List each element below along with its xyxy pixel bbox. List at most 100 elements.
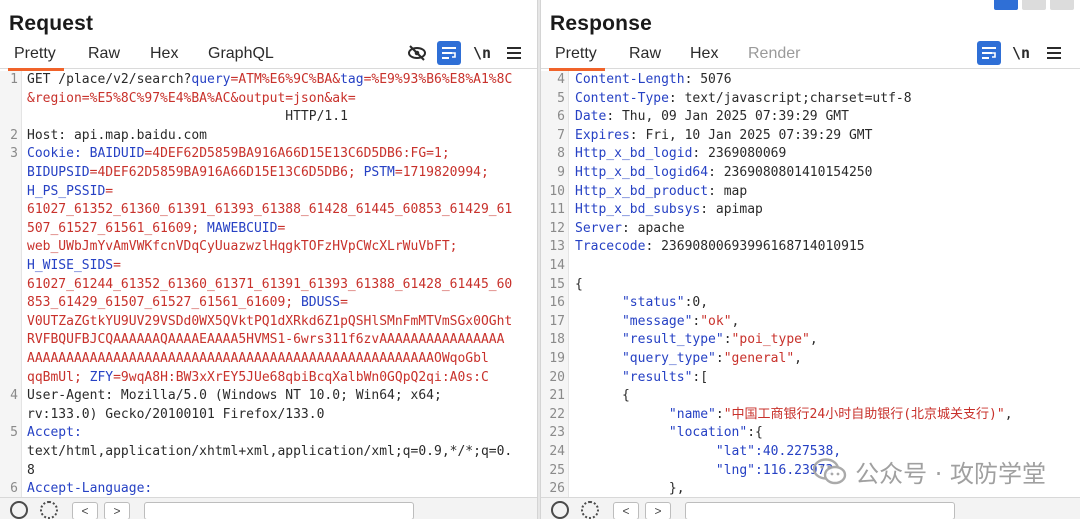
- prev-match-button[interactable]: <: [613, 502, 639, 519]
- line-number: 24: [549, 444, 565, 459]
- code-token: Date: [575, 109, 607, 125]
- line-number: 10: [549, 183, 565, 199]
- code-text: {: [575, 387, 630, 406]
- newline-toggle[interactable]: \n: [470, 41, 494, 65]
- code-token: ,: [794, 351, 802, 366]
- line-number: 14: [549, 258, 565, 273]
- response-tab-hex[interactable]: Hex: [690, 45, 718, 69]
- code-token: tag: [340, 72, 364, 87]
- line-number: 6: [557, 109, 565, 125]
- code-text: Http_x_bd_product: map: [575, 183, 747, 202]
- code-text: HTTP/1.1: [27, 108, 348, 127]
- code-token: Http_x_bd_product: [575, 183, 709, 199]
- layout-vertical-button[interactable]: [1050, 0, 1074, 10]
- request-editor[interactable]: 1 GET /place/v2/search?query=ATM%E6%9C%BA…: [0, 71, 537, 497]
- code-token: : apache: [621, 220, 685, 236]
- code-token: Http_x_bd_logid: [575, 146, 693, 162]
- hide-eye-icon[interactable]: [405, 41, 429, 65]
- line-number: 1: [10, 72, 18, 87]
- code-token: H_WISE_SIDS: [27, 258, 114, 273]
- line-number: 21: [549, 388, 565, 404]
- code-token: {: [575, 276, 583, 292]
- code-text: Http_x_bd_logid64: 2369080801410154250: [575, 164, 872, 183]
- code-token: =: [277, 220, 286, 236]
- code-text: Content-Length: 5076: [575, 71, 732, 90]
- wrap-lines-icon[interactable]: [977, 41, 1001, 65]
- response-search-input[interactable]: [685, 502, 955, 519]
- settings-icon[interactable]: [40, 501, 58, 519]
- response-tab-raw[interactable]: Raw: [629, 45, 661, 69]
- code-text: &region=%E5%8C%97%E4%BA%AC&output=json&a…: [27, 90, 356, 109]
- code-text: "status":0,: [575, 294, 708, 313]
- request-tab-hex[interactable]: Hex: [150, 45, 178, 69]
- code-text: rv:133.0) Gecko/20100101 Firefox/133.0: [27, 406, 324, 425]
- code-token: : Fri, 10 Jan 2025 07:39:29 GMT: [629, 127, 873, 143]
- line-number: 25: [549, 462, 565, 478]
- code-token: &region=%E5%8C%97%E4%BA%AC&output=json&a…: [27, 90, 356, 106]
- code-token: text/html,application/xhtml+xml,applicat…: [27, 444, 513, 459]
- code-token: :{: [747, 425, 763, 441]
- code-token: "poi_type": [731, 332, 810, 348]
- code-token: 61027_61352_61360_61391_61393_61388_6142…: [27, 202, 513, 218]
- line-number: 4: [557, 72, 565, 87]
- request-tab-pretty[interactable]: Pretty: [8, 45, 64, 71]
- code-token: =ATM%E6%9C%BA&: [230, 72, 341, 87]
- menu-icon[interactable]: [502, 41, 526, 65]
- code-text: "lng":116.23973: [575, 462, 833, 481]
- request-search-input[interactable]: [144, 502, 414, 519]
- help-icon[interactable]: [551, 501, 569, 519]
- code-token: :: [715, 351, 724, 366]
- watermark-text: 公众号 · 攻防学堂: [855, 460, 1046, 488]
- code-text: text/html,application/xhtml+xml,applicat…: [27, 443, 512, 462]
- code-text: 853_61429_61507_61527_61561_61609; BDUSS…: [27, 294, 348, 313]
- line-number: 26: [549, 481, 565, 497]
- code-text: 61027_61352_61360_61391_61393_61388_6142…: [27, 201, 512, 220]
- code-token: "lat": [575, 444, 756, 459]
- code-token: Accept-Language:: [27, 481, 153, 497]
- settings-icon[interactable]: [581, 501, 599, 519]
- code-token: qqBmUl;: [27, 369, 90, 385]
- code-token: rv:133.0) Gecko/20100101 Firefox/133.0: [27, 406, 325, 422]
- code-text: Accept:: [27, 424, 82, 443]
- code-token: "lng": [575, 462, 756, 478]
- wrap-lines-icon[interactable]: [437, 41, 461, 65]
- response-editor[interactable]: 4 Content-Length: 5076 5 Content-Type: text…: [541, 71, 1080, 497]
- request-pane: Request Pretty Raw Hex GraphQL \n 1 GET /…: [0, 0, 537, 519]
- code-text: qqBmUl; ZFY=9wqA8H:BW3xXrEY5JUe68qbiBcqX…: [27, 369, 489, 388]
- code-text: "name":"中国工商银行24小时自助银行(北京城关支行)",: [575, 406, 1013, 425]
- line-number: 9: [557, 165, 565, 180]
- next-match-button[interactable]: >: [104, 502, 130, 519]
- code-token: :: [723, 332, 732, 348]
- line-number: 7: [557, 127, 565, 143]
- response-tab-pretty[interactable]: Pretty: [549, 45, 605, 71]
- code-text: Tracecode: 23690800693996168714010915: [575, 238, 865, 257]
- code-token: query: [191, 72, 231, 87]
- newline-toggle[interactable]: \n: [1009, 41, 1033, 65]
- layout-horizontal-button[interactable]: [1022, 0, 1046, 10]
- code-text: RVFBQUFBJCQAAAAAAQAAAAEAAAA5HVMS1-6wrs31…: [27, 331, 504, 350]
- line-number: 22: [549, 406, 565, 422]
- code-token: "name": [575, 406, 716, 422]
- request-tab-graphql[interactable]: GraphQL: [208, 45, 274, 69]
- code-token: RVFBQUFBJCQAAAAAAQAAAAEAAAA5HVMS1-6wrs31…: [27, 332, 505, 348]
- code-token: : apimap: [700, 202, 763, 218]
- line-number: 8: [557, 146, 565, 162]
- code-token: =4DEF62D5859BA916A66D15E13C6D5DB6:FG=1;: [144, 146, 450, 162]
- code-token: BAIDUID: [89, 146, 145, 162]
- code-text: web_UWbJmYvAmVWKfcnVDqCyUuazwzlHqgkTOFzH…: [27, 238, 457, 257]
- prev-match-button[interactable]: <: [72, 502, 98, 519]
- code-text: "lat":40.227538,: [575, 443, 841, 462]
- code-text: "message":"ok",: [575, 313, 739, 332]
- code-token: 61027_61244_61352_61360_61371_61391_6139…: [27, 276, 513, 292]
- layout-split-button[interactable]: [994, 0, 1018, 10]
- help-icon[interactable]: [10, 501, 28, 519]
- request-tab-raw[interactable]: Raw: [88, 45, 120, 69]
- code-text: Http_x_bd_logid: 2369080069: [575, 145, 786, 164]
- code-token: Host: api.map.baidu.com: [27, 127, 208, 143]
- next-match-button[interactable]: >: [645, 502, 671, 519]
- code-text: Expires: Fri, 10 Jan 2025 07:39:29 GMT: [575, 127, 872, 146]
- code-token: BDUSS: [300, 295, 341, 311]
- code-token: web_UWbJmYvAmVWKfcnVDqCyUuazwzlHqgkTOFzH…: [27, 239, 458, 255]
- code-token: AAAAAAAAAAAAAAAAAAAAAAAAAAAAAAAAAAAAAAAA…: [27, 351, 489, 366]
- menu-icon[interactable]: [1042, 41, 1066, 65]
